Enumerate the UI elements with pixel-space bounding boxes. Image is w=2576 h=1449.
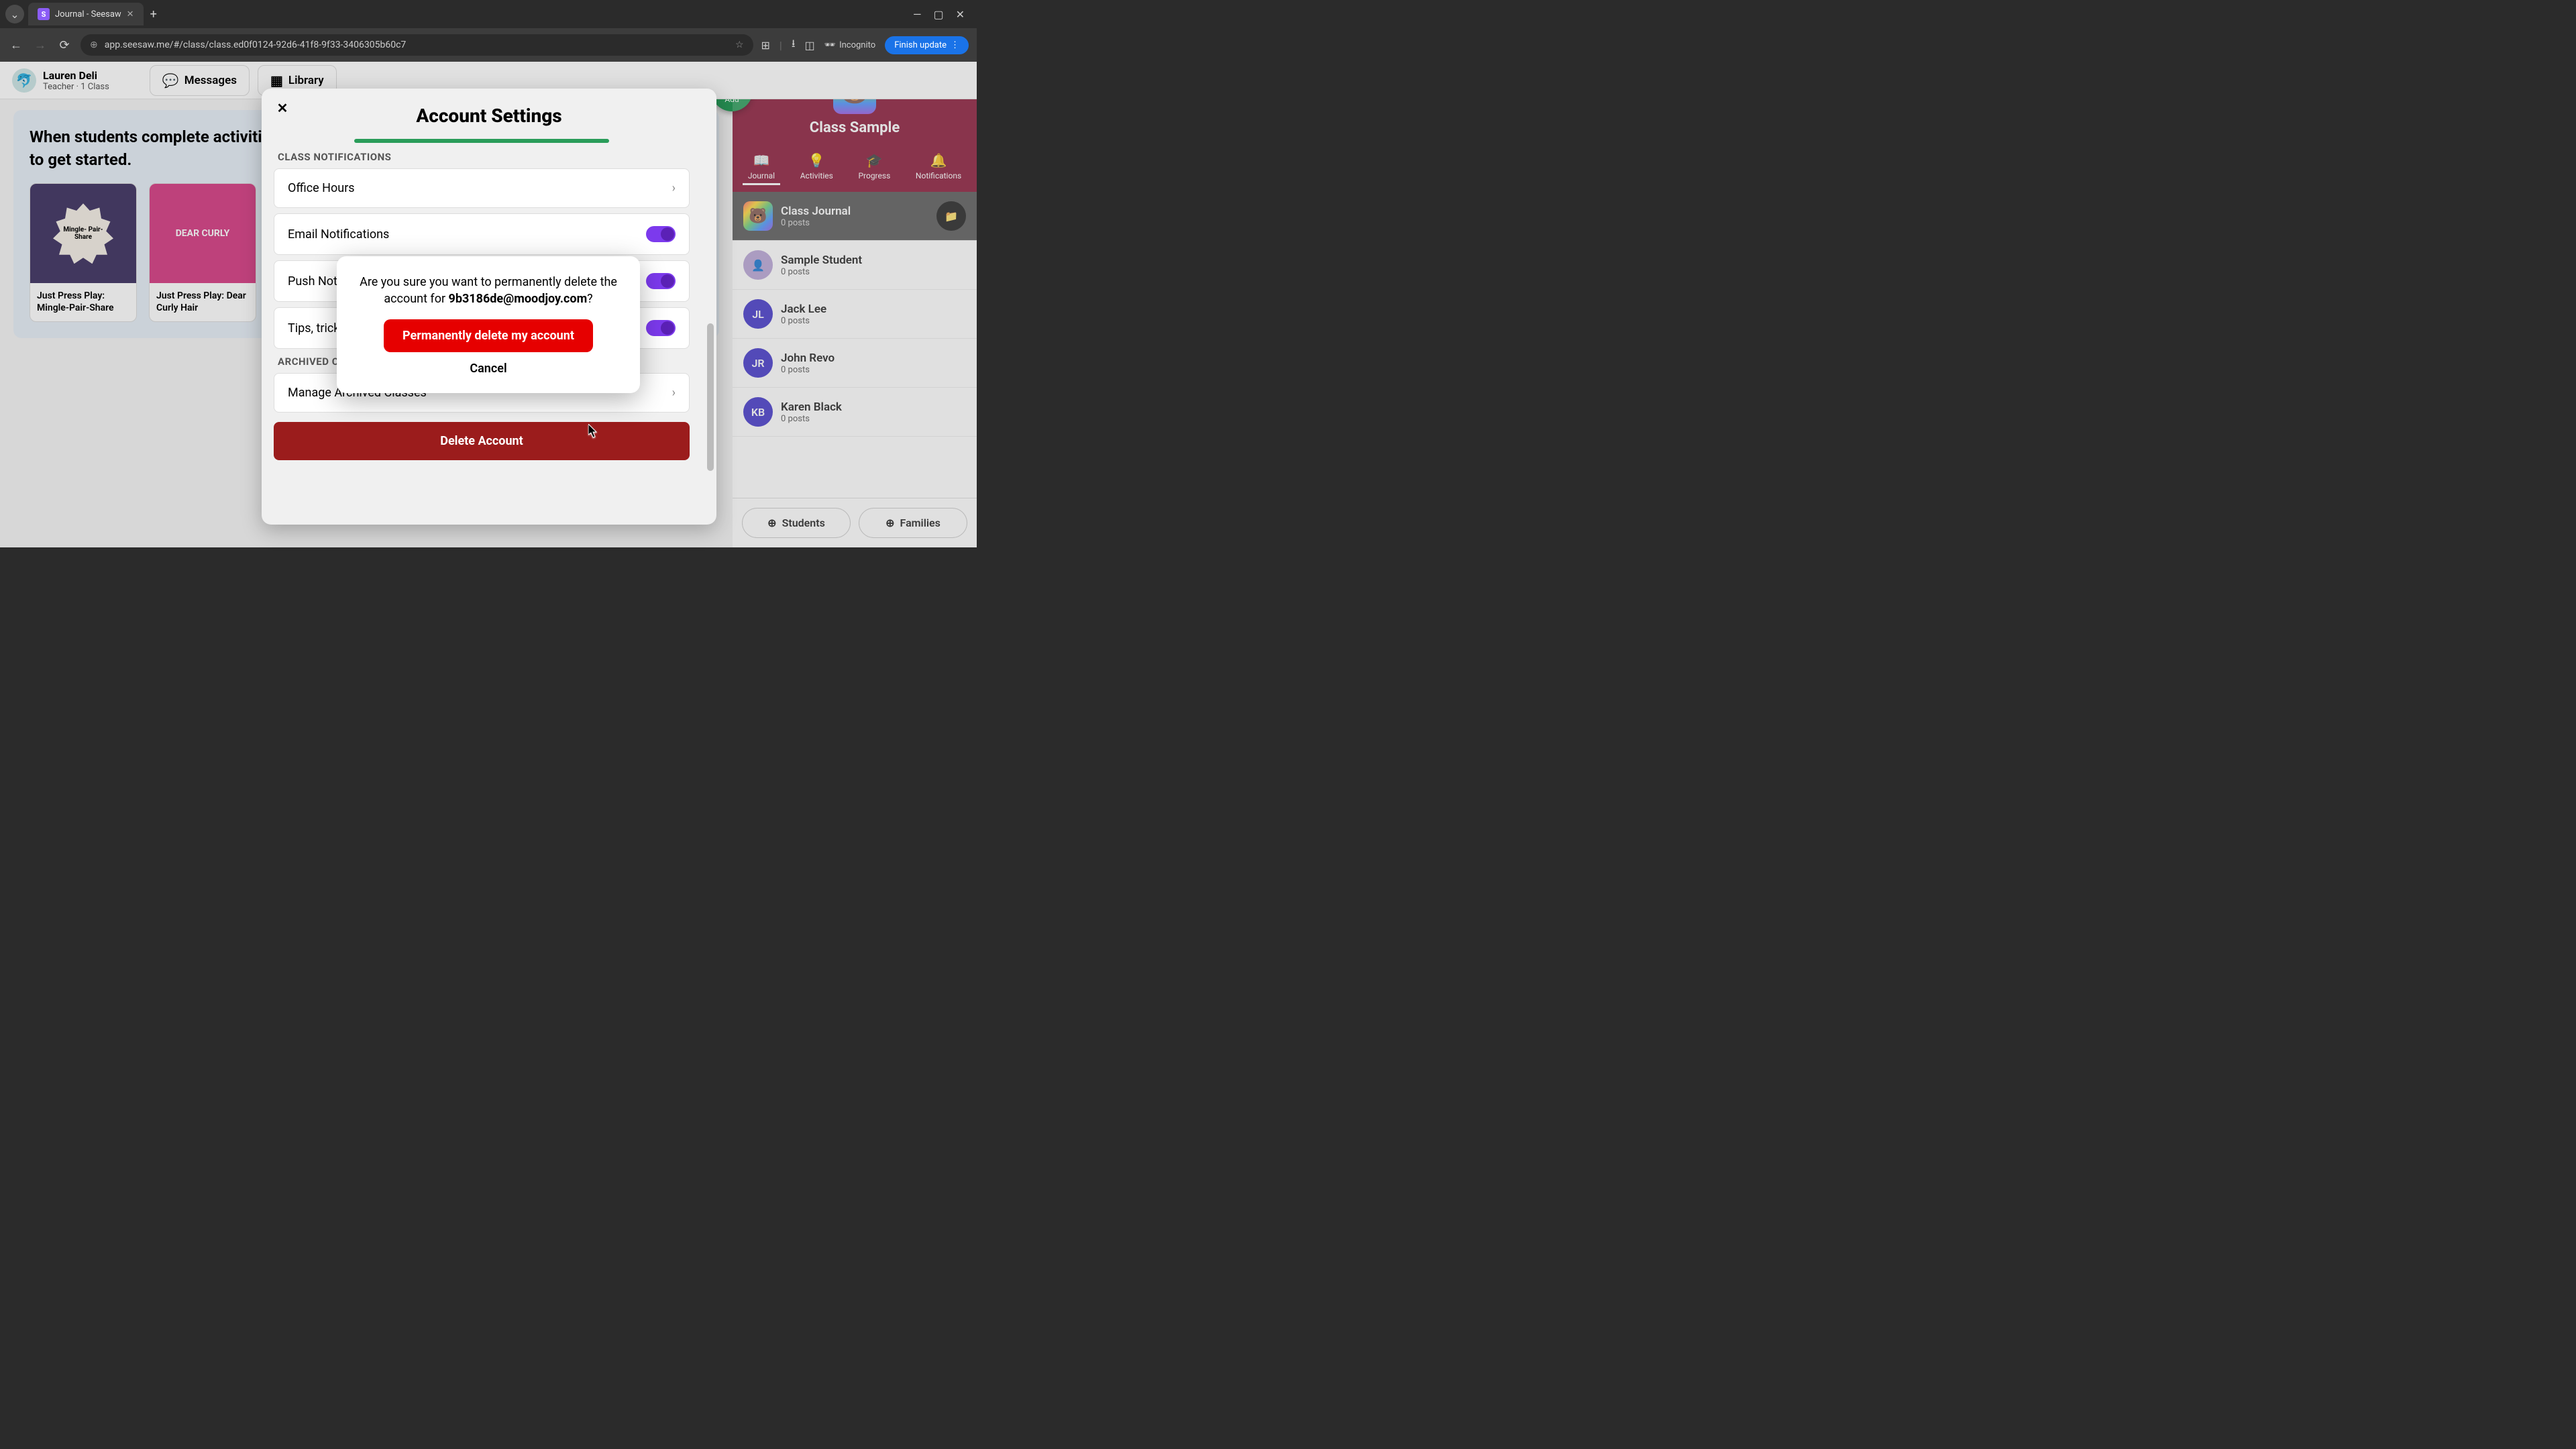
reload-button[interactable]: ⟳ (56, 38, 72, 52)
finish-update-button[interactable]: Finish update ⋮ (885, 36, 969, 54)
new-tab-button[interactable]: + (150, 7, 157, 21)
confirm-message: Are you sure you want to permanently del… (357, 274, 620, 307)
tab-indicator (354, 139, 609, 143)
chevron-right-icon: › (672, 386, 676, 400)
permanently-delete-button[interactable]: Permanently delete my account (384, 319, 593, 352)
incognito-icon: 🕶 (824, 40, 836, 50)
address-bar[interactable]: ⊕ app.seesaw.me/#/class/class.ed0f0124-9… (80, 34, 753, 56)
section-label: CLASS NOTIFICATIONS (278, 151, 690, 163)
app-root: 🐬 Lauren Deli Teacher · 1 Class 💬 Messag… (0, 62, 977, 547)
forward-button[interactable]: → (32, 38, 48, 52)
email-notifications-row: Email Notifications (274, 213, 690, 255)
bookmark-icon[interactable]: ☆ (735, 40, 744, 50)
minimize-icon[interactable]: — (913, 8, 922, 21)
tab-close-icon[interactable]: ✕ (127, 9, 134, 19)
menu-dots-icon: ⋮ (951, 40, 959, 50)
cancel-button[interactable]: Cancel (357, 362, 620, 376)
scrollbar-thumb[interactable] (707, 323, 714, 471)
browser-tab[interactable]: S Journal - Seesaw ✕ (28, 3, 144, 25)
close-modal-button[interactable]: ✕ (272, 98, 292, 118)
incognito-badge: 🕶 Incognito (824, 40, 876, 50)
confirm-delete-dialog: Are you sure you want to permanently del… (337, 256, 640, 393)
settings-title: Account Settings (274, 105, 704, 127)
maximize-icon[interactable]: ▢ (933, 8, 943, 21)
site-info-icon[interactable]: ⊕ (90, 40, 98, 50)
office-hours-row[interactable]: Office Hours › (274, 168, 690, 208)
browser-toolbar: ← → ⟳ ⊕ app.seesaw.me/#/class/class.ed0f… (0, 28, 977, 62)
sidepanel-icon[interactable]: ◫ (804, 39, 814, 52)
tab-title: Journal - Seesaw (55, 9, 121, 19)
email-toggle[interactable] (646, 226, 676, 242)
window-controls: — ▢ ✕ (913, 8, 971, 21)
extensions-icon[interactable]: ⊞ (761, 39, 770, 52)
delete-account-button[interactable]: Delete Account (274, 422, 690, 460)
close-window-icon[interactable]: ✕ (956, 8, 965, 21)
url-text: app.seesaw.me/#/class/class.ed0f0124-92d… (105, 40, 729, 50)
downloads-icon[interactable]: ⭳ (792, 36, 796, 54)
browser-tab-strip: ⌄ S Journal - Seesaw ✕ + — ▢ ✕ (0, 0, 977, 28)
push-toggle[interactable] (646, 273, 676, 289)
tab-favicon: S (38, 8, 50, 20)
tips-toggle[interactable] (646, 320, 676, 336)
tab-search-button[interactable]: ⌄ (5, 5, 24, 23)
chevron-right-icon: › (672, 181, 676, 195)
back-button[interactable]: ← (8, 38, 24, 52)
